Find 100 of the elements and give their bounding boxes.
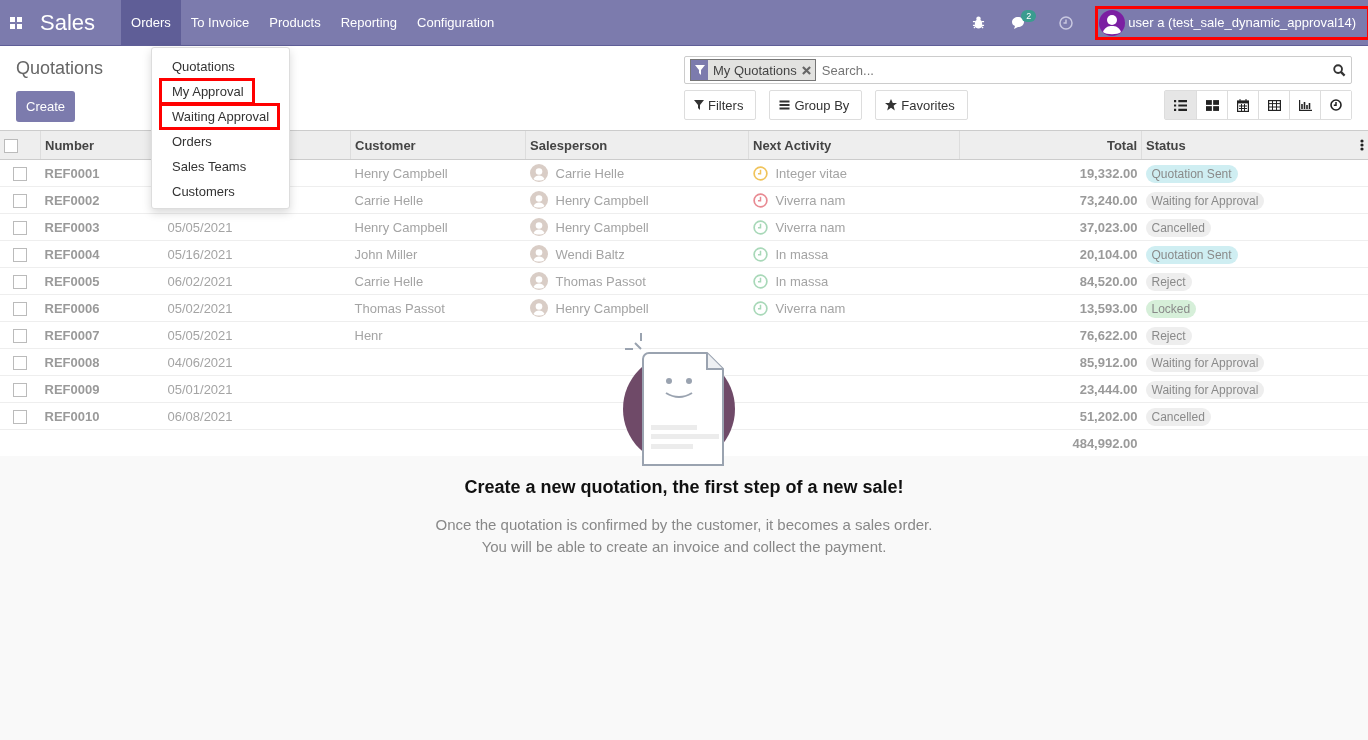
breadcrumb: Quotations [16,57,104,79]
dropdown-item[interactable]: Quotations [152,54,290,79]
activity-view-button[interactable] [1320,91,1351,119]
help-text: You will be able to create an invoice and collect the payment. [481,537,887,557]
help-text: Once the quotation is confirmed by the customer, it becomes a sales order. [435,515,933,535]
table-cell: 73,240.00 [1079,192,1138,208]
status-tag: Cancelled [1145,218,1211,237]
table-icon [1267,99,1281,111]
status-tag: Quotation Sent [1145,245,1238,264]
row-checkbox[interactable] [13,328,28,343]
person-avatar-icon [529,191,548,209]
row-checkbox[interactable] [13,247,28,262]
apps-menu-icon[interactable] [10,16,22,29]
clock-icon[interactable] [752,273,768,289]
table-cell: 84,520.00 [1079,273,1138,289]
search-icon[interactable] [1333,63,1346,77]
person-avatar-icon [529,218,548,236]
status-tag: Waiting for Approval [1145,353,1265,372]
user-menu[interactable]: user a (test_sale_dynamic_approval14) [1097,7,1368,38]
table-cell: In massa [775,246,829,262]
create-button[interactable]: Create [16,91,75,122]
row-checkbox[interactable] [13,166,28,181]
table-cell: REF0004 [44,246,100,262]
table-cell: Viverra nam [775,219,846,235]
menu-tab[interactable]: To Invoice [180,0,260,45]
table-cell: 23,444.00 [1079,381,1138,397]
table-cell: 85,912.00 [1079,354,1138,370]
clock-icon[interactable] [752,192,768,208]
message-count-badge: 2 [1021,9,1037,22]
clock-icon[interactable] [752,246,768,262]
grand-total: 484,992.00 [1072,435,1138,451]
table-cell: REF0001 [44,165,100,181]
column-header[interactable]: Salesperson [530,137,608,153]
menu-tab[interactable]: Products [259,0,331,45]
list-icon [1174,99,1187,111]
table-cell: Carrie Helle [354,192,424,208]
table-cell: Viverra nam [775,300,846,316]
row-checkbox[interactable] [13,301,28,316]
star-icon [885,99,898,111]
table-cell: REF0006 [44,300,100,316]
search-option-button[interactable]: Filters [684,90,757,120]
table-cell: Henry Campbell [555,300,649,316]
table-cell: 20,104.00 [1079,246,1138,262]
search-input[interactable]: Search... [819,61,1329,79]
table-cell: REF0005 [44,273,100,289]
dropdown-item[interactable]: Sales Teams [152,154,290,179]
table-cell: Carrie Helle [354,273,424,289]
row-checkbox[interactable] [13,355,28,370]
clock-icon[interactable] [1059,15,1074,30]
table-cell: REF0003 [44,219,100,235]
table-cell: In massa [775,273,829,289]
select-all-checkbox[interactable] [4,138,18,153]
row-checkbox[interactable] [13,274,28,289]
status-tag: Reject [1145,272,1192,291]
column-header[interactable]: Status [1146,137,1186,153]
search-facet: My Quotations [690,59,816,81]
person-avatar-icon [529,164,548,182]
clock-icon[interactable] [752,219,768,235]
row-checkbox[interactable] [13,220,28,235]
help-title: Create a new quotation, the first step of a new sale! [464,477,904,498]
table-cell: 05/05/2021 [167,327,233,343]
table-cell: 05/01/2021 [167,381,233,397]
dropdown-item[interactable]: Customers [152,179,290,204]
search-option-button[interactable]: Group By [769,90,863,120]
dropdown-item[interactable]: My Approval [160,79,254,104]
table-cell: Viverra nam [775,192,846,208]
menu-icon [779,100,791,110]
table-cell: Wendi Baltz [555,246,625,262]
calendar-icon [1237,98,1249,112]
menu-tab[interactable]: Configuration [407,0,505,45]
menu-tab[interactable]: Orders [121,0,181,45]
column-header[interactable]: Total [1106,137,1137,153]
table-cell: 05/05/2021 [167,219,233,235]
row-checkbox[interactable] [13,193,28,208]
list-view-button[interactable] [1165,91,1196,119]
status-tag: Waiting for Approval [1145,380,1265,399]
status-tag: Locked [1145,299,1197,318]
column-header[interactable]: Customer [355,137,416,153]
dropdown-item[interactable]: Waiting Approval [160,104,280,129]
column-options-icon[interactable] [1360,139,1364,151]
bug-icon[interactable] [972,16,986,29]
person-avatar-icon [529,245,548,263]
bar-chart-icon [1298,99,1312,111]
dropdown-item[interactable]: Orders [152,129,290,154]
table-cell: 06/08/2021 [167,408,233,424]
status-tag: Reject [1145,326,1192,345]
table-cell: 51,202.00 [1079,408,1138,424]
table-cell: REF0002 [44,192,100,208]
table-cell: Henr [354,327,383,343]
search-field[interactable]: My Quotations Search... [684,56,1352,84]
table-cell: Integer vitae [775,165,848,181]
remove-icon[interactable] [801,65,811,75]
row-checkbox[interactable] [13,409,28,424]
person-avatar-icon [529,299,548,317]
row-checkbox[interactable] [13,382,28,397]
clock-icon[interactable] [752,165,768,181]
table-cell: REF0007 [44,327,100,343]
clock-icon[interactable] [752,300,768,316]
menu-tab[interactable]: Reporting [330,0,407,45]
search-option-button[interactable]: Favorites [875,90,968,120]
